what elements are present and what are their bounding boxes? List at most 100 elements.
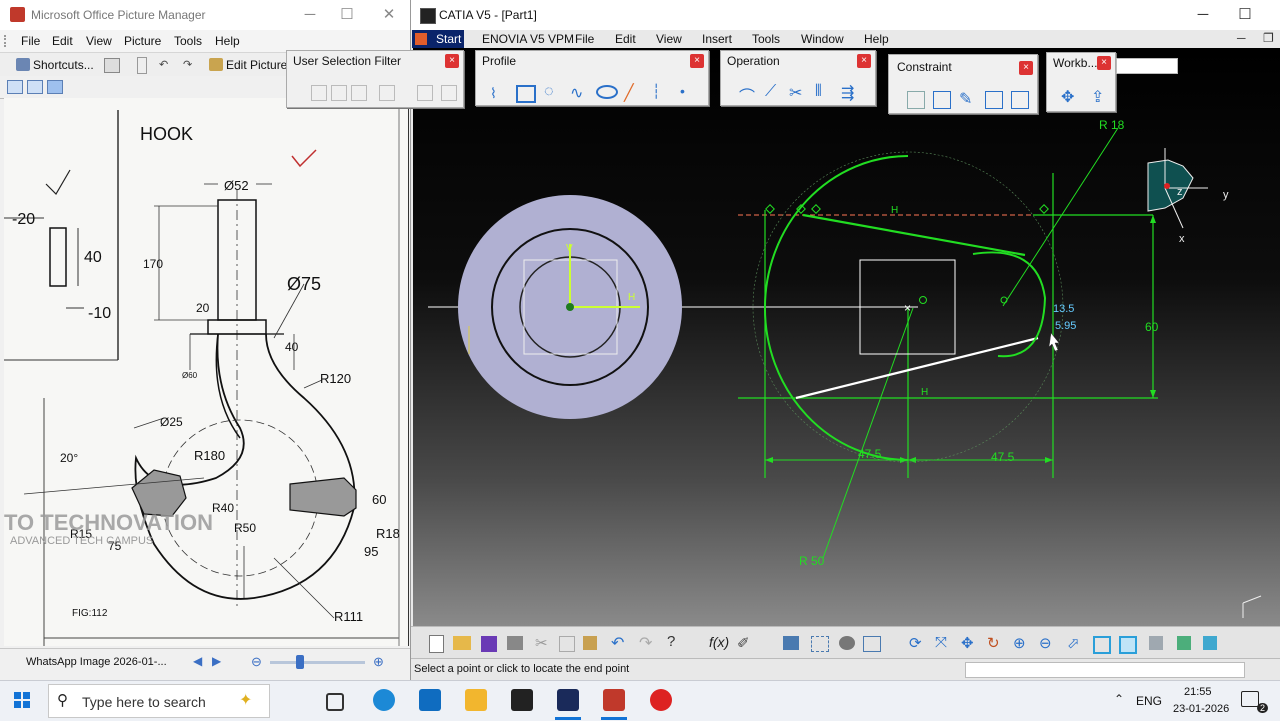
close-icon[interactable]: ✕ [376, 4, 402, 26]
catia-menu-window[interactable]: Window [801, 32, 844, 46]
pan-icon[interactable]: ✥ [961, 634, 974, 652]
catia-menu-enovia[interactable]: ENOVIA V5 VPM [482, 32, 574, 46]
corner-icon[interactable]: ⌒ [739, 83, 755, 107]
paste-icon[interactable] [583, 636, 597, 650]
pm-menu-file[interactable]: File [21, 34, 40, 48]
next-picture-icon[interactable]: ▶ [212, 654, 221, 668]
catia-menu-insert[interactable]: Insert [702, 32, 732, 46]
zoom-slider-track[interactable] [270, 661, 365, 664]
normal-view-icon[interactable]: ⬀ [1067, 634, 1080, 652]
rotate-right-icon[interactable]: ↷ [183, 58, 197, 71]
sketch-icon[interactable]: ✥ [1061, 87, 1074, 107]
pm-menu-edit[interactable]: Edit [52, 34, 73, 48]
catia-sketch-viewport[interactable]: V H × R 18 H H 60 47.5 47.5 R 50 13.5 5.… [413, 48, 1280, 626]
single-picture-view-icon[interactable] [47, 80, 63, 94]
windows-start-icon[interactable] [14, 692, 30, 708]
zoom-out-icon[interactable]: ⊖ [251, 654, 262, 670]
cut-icon[interactable]: ✂ [535, 634, 548, 652]
new-icon[interactable] [429, 635, 444, 653]
pm-menu-picture[interactable]: Picture [124, 34, 161, 48]
measure-icon[interactable] [1203, 636, 1217, 650]
axis-icon[interactable]: ┆ [652, 83, 660, 100]
table-icon[interactable] [783, 636, 799, 650]
project-3d-icon[interactable]: ⇶ [841, 83, 854, 103]
catia-menu-start[interactable]: Start [436, 32, 461, 46]
filter-point-icon[interactable] [311, 85, 327, 101]
filmstrip-view-icon[interactable] [27, 80, 43, 94]
toolbar-field[interactable] [1116, 58, 1178, 74]
close-icon[interactable]: × [445, 54, 459, 68]
doc-restore-icon[interactable]: ❐ [1263, 31, 1274, 45]
constraint-icon[interactable] [933, 91, 951, 109]
whats-this-icon[interactable]: ? [667, 633, 675, 650]
task-view-icon[interactable] [326, 693, 344, 711]
constraint-dialog-icon[interactable] [907, 91, 925, 109]
doc-minimize-icon[interactable]: ─ [1237, 31, 1246, 45]
sketch-canvas[interactable]: V H × R 18 H H 60 47.5 47.5 R 50 13.5 5.… [413, 48, 1280, 626]
catia-menu-view[interactable]: View [656, 32, 682, 46]
catia-maximize-icon[interactable]: ☐ [1232, 4, 1258, 26]
recorder-icon[interactable] [650, 689, 672, 711]
catalog-icon[interactable] [839, 636, 855, 650]
profile-icon[interactable]: ⌇ [490, 85, 506, 101]
operation-toolbar[interactable]: Operation × ⌒ ⟋ ✂ ⫴ ⇶ [720, 50, 876, 106]
zoom-slider-thumb[interactable] [296, 655, 304, 669]
catia-minimize-icon[interactable]: ─ [1190, 4, 1216, 26]
swap-visible-icon[interactable] [1177, 636, 1191, 650]
zoom-out-icon[interactable]: ⊖ [1039, 634, 1052, 652]
language-indicator[interactable]: ENG [1136, 694, 1162, 708]
workbench-toolbar[interactable]: Workb... × ✥ ⇪ [1046, 52, 1116, 112]
close-icon[interactable]: × [690, 54, 704, 68]
thumbnail-view-icon[interactable] [7, 80, 23, 94]
filter-volume-icon[interactable] [379, 85, 395, 101]
open-icon[interactable] [453, 636, 471, 650]
trim-icon[interactable]: ✂ [789, 83, 802, 103]
filter-surface-icon[interactable] [351, 85, 367, 101]
file-explorer-icon[interactable] [465, 689, 487, 711]
quick-view-icon[interactable] [1093, 636, 1111, 654]
ellipse-icon[interactable] [596, 85, 618, 99]
shortcuts-button[interactable]: Shortcuts... [33, 58, 94, 72]
pm-menu-view[interactable]: View [86, 34, 112, 48]
edit-multi-constraint-icon[interactable] [1011, 91, 1029, 109]
clock-time[interactable]: 21:55 [1184, 686, 1212, 698]
point-icon[interactable]: • [680, 83, 685, 99]
filter-geometry-icon[interactable] [441, 85, 457, 101]
zoom-in-icon[interactable]: ⊕ [1013, 634, 1026, 652]
exit-workbench-icon[interactable]: ⇪ [1091, 87, 1104, 107]
auto-constraint-icon[interactable]: ✎ [959, 89, 972, 109]
edit-pictures-button[interactable]: Edit Pictures [226, 58, 293, 72]
undo-icon[interactable]: ↶ [611, 633, 624, 653]
catia-menu-help[interactable]: Help [864, 32, 889, 46]
taskbar-search-box[interactable]: ⚲ Type here to search ✦ [48, 684, 270, 718]
close-icon[interactable]: × [1019, 61, 1033, 75]
rotate-icon[interactable]: ↻ [987, 634, 1000, 652]
formula-icon[interactable]: f(x) [709, 634, 729, 650]
chevron-up-icon[interactable]: ⌃ [1114, 692, 1124, 706]
catia-taskbar-icon[interactable] [557, 689, 579, 711]
user-selection-filter-palette[interactable]: User Selection Filter × [286, 50, 464, 108]
close-icon[interactable]: × [1097, 56, 1111, 70]
hide-show-icon[interactable] [1149, 636, 1163, 650]
picture-manager-taskbar-icon[interactable] [603, 689, 625, 711]
previous-picture-icon[interactable]: ◀ [193, 654, 202, 668]
animate-constraint-icon[interactable] [985, 91, 1003, 109]
close-icon[interactable]: × [857, 54, 871, 68]
zoom-in-icon[interactable]: ⊕ [373, 654, 384, 670]
line-icon[interactable]: ╱ [624, 83, 634, 103]
pm-menu-tools[interactable]: Tools [174, 34, 202, 48]
catia-menu-tools[interactable]: Tools [752, 32, 780, 46]
fit-all-icon[interactable]: ⤧ [935, 634, 947, 651]
scroll-icon[interactable] [137, 57, 147, 74]
profile-toolbar[interactable]: Profile × ⌇ ◌ ∿ ╱ ┆ • [475, 50, 709, 106]
copy-icon[interactable] [559, 636, 575, 652]
pm-menu-help[interactable]: Help [215, 34, 240, 48]
rotate-left-icon[interactable]: ↶ [159, 58, 173, 71]
catia-menu-edit[interactable]: Edit [615, 32, 636, 46]
power-input-field[interactable] [965, 662, 1245, 678]
print-icon[interactable] [507, 636, 523, 650]
clock-date[interactable]: 23-01-2026 [1173, 703, 1229, 715]
compass-icon[interactable] [1147, 159, 1194, 212]
scan-icon[interactable] [104, 58, 120, 73]
notifications-icon[interactable] [1241, 691, 1259, 707]
